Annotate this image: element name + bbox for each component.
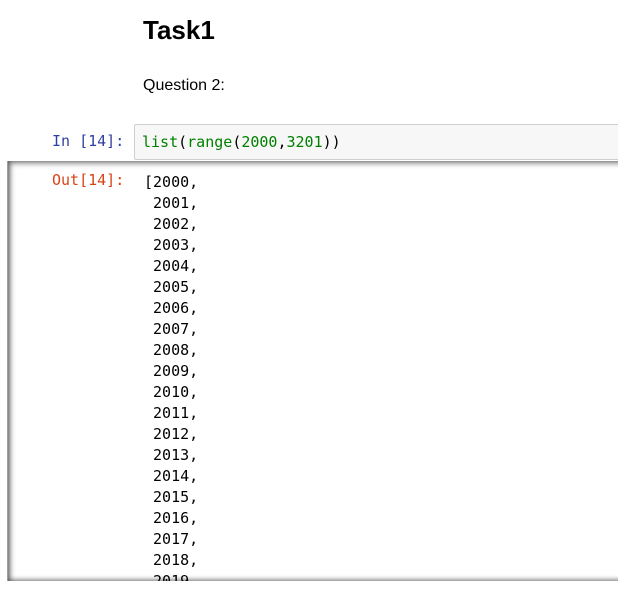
code-token-number: 3201 — [286, 133, 323, 151]
output-line: 2004, — [144, 257, 199, 275]
output-line: 2001, — [144, 194, 199, 212]
output-line: 2018, — [144, 551, 199, 569]
output-scroll-area[interactable]: [2000, 2001, 2002, 2003, 2004, 2005, 200… — [7, 161, 618, 581]
markdown-heading: Task1 — [143, 15, 215, 45]
output-text: [2000, 2001, 2002, 2003, 2004, 2005, 200… — [144, 172, 198, 581]
output-line: 2019, — [144, 572, 199, 581]
output-line: 2015, — [144, 488, 199, 506]
code-token-comma: , — [277, 133, 287, 151]
output-line: 2009, — [144, 362, 199, 380]
code-token-paren: ( — [178, 133, 188, 151]
output-line: 2005, — [144, 278, 199, 296]
output-line: 2011, — [144, 404, 199, 422]
output-line: 2017, — [144, 530, 199, 548]
output-line: [2000, — [144, 173, 199, 191]
output-line: 2012, — [144, 425, 199, 443]
output-prompt: Out[14]: — [52, 171, 125, 189]
output-line: 2007, — [144, 320, 199, 338]
output-line: 2013, — [144, 446, 199, 464]
output-line: 2003, — [144, 236, 199, 254]
markdown-paragraph: Question 2: — [143, 77, 225, 94]
code-token-number: 2000 — [241, 133, 278, 151]
output-line: 2008, — [144, 341, 199, 359]
input-prompt: In [14]: — [52, 132, 125, 150]
code-input-area[interactable]: list(range(2000,3201)) — [134, 124, 618, 160]
code-token-list: list — [142, 133, 179, 151]
code-token-close-parens: )) — [322, 133, 341, 151]
output-line: 2010, — [144, 383, 199, 401]
output-line: 2002, — [144, 215, 199, 233]
code-token-paren: ( — [232, 133, 242, 151]
output-line: 2006, — [144, 299, 199, 317]
code-line[interactable]: list(range(2000,3201)) — [142, 132, 341, 153]
output-line: 2014, — [144, 467, 199, 485]
code-token-range: range — [187, 133, 233, 151]
output-line: 2016, — [144, 509, 199, 527]
